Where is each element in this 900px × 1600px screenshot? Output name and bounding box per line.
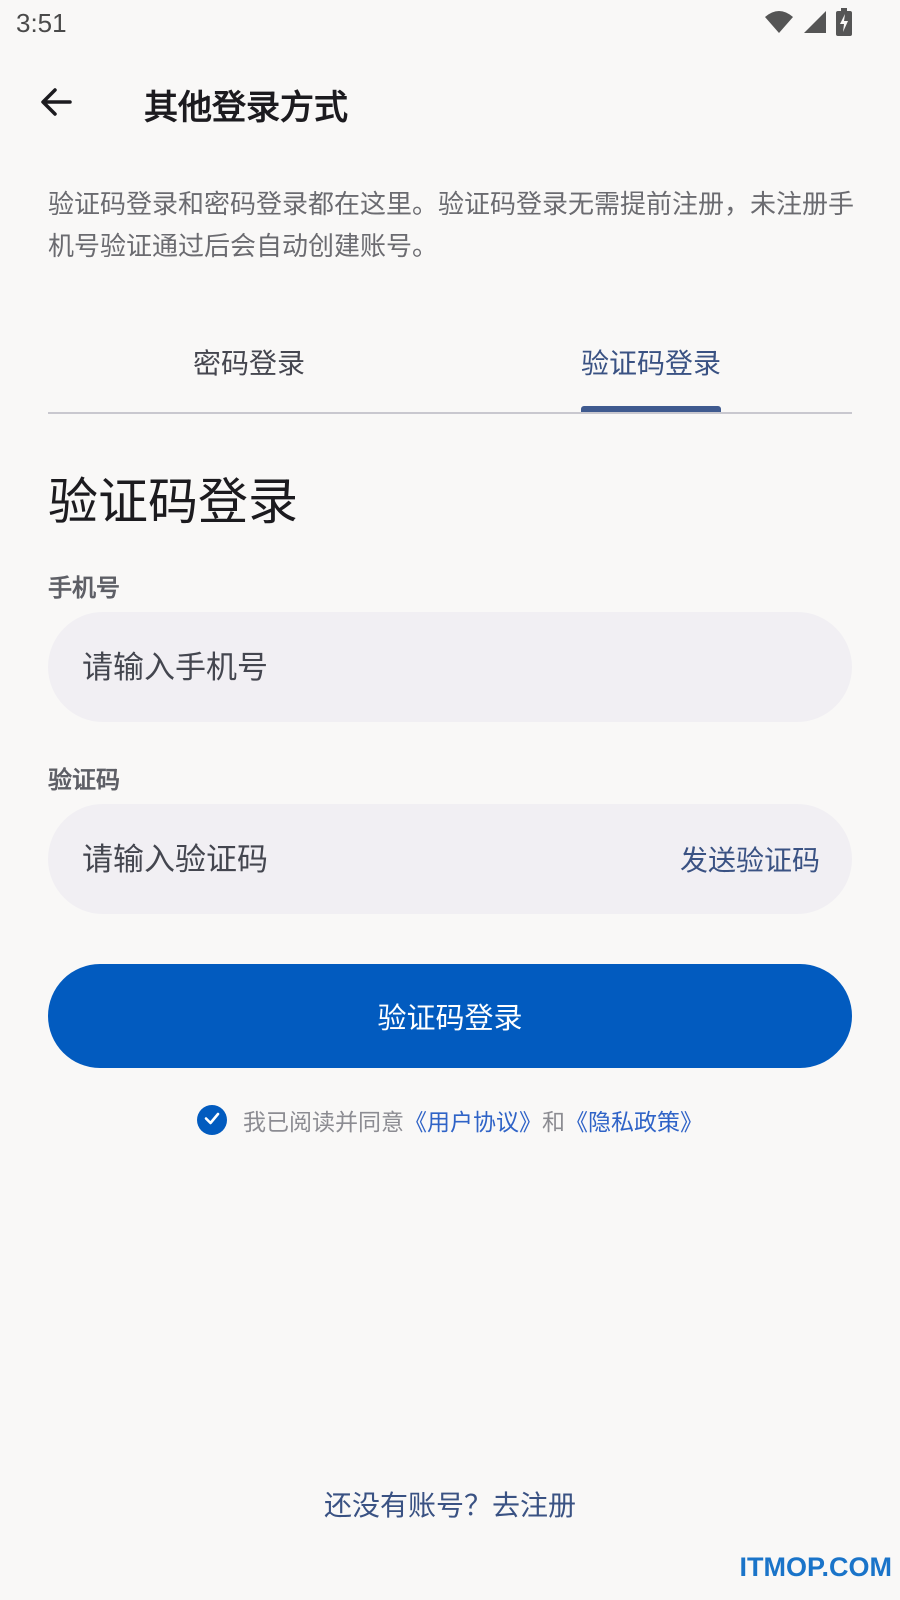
agreement-prefix: 我已阅读并同意 (243, 1110, 404, 1136)
app-bar: 其他登录方式 (0, 60, 900, 148)
tab-active-indicator (581, 406, 721, 412)
status-icons (764, 8, 852, 40)
cellular-signal-icon (802, 9, 828, 39)
form-title: 验证码登录 (48, 473, 298, 531)
code-label: 验证码 (48, 766, 120, 794)
login-tabs: 密码登录 验证码登录 (48, 320, 852, 414)
phone-input-container (48, 612, 852, 724)
status-time: 3:51 (16, 8, 67, 38)
user-agreement-link[interactable]: 《用户协议》 (404, 1103, 542, 1137)
phone-label: 手机号 (48, 574, 120, 602)
agreement-row: 我已阅读并同意 《用户协议》 和 《隐私政策》 (0, 1100, 900, 1140)
wifi-icon (764, 9, 794, 39)
code-login-button[interactable]: 验证码登录 (48, 964, 852, 1068)
code-input[interactable] (80, 804, 644, 916)
send-code-button[interactable]: 发送验证码 (680, 804, 820, 914)
phone-input[interactable] (80, 612, 644, 724)
description-text: 验证码登录和密码登录都在这里。验证码登录无需提前注册，未注册手机号验证通过后会自… (48, 190, 855, 262)
agreement-conjunction: 和 (542, 1110, 565, 1136)
register-link[interactable]: 还没有账号？去注册 (0, 1484, 900, 1524)
tab-password-login[interactable]: 密码登录 (48, 320, 450, 410)
back-button[interactable] (30, 78, 82, 130)
status-bar: 3:51 (0, 0, 900, 50)
agreement-checkbox[interactable] (197, 1105, 227, 1135)
check-icon (203, 1107, 221, 1133)
page-title: 其他登录方式 (144, 88, 348, 128)
watermark: ITMOP.COM (739, 1552, 892, 1582)
code-input-container: 发送验证码 (48, 804, 852, 916)
battery-charging-icon (836, 8, 852, 40)
privacy-policy-link[interactable]: 《隐私政策》 (565, 1103, 703, 1137)
arrow-left-icon (39, 85, 73, 123)
tab-code-login[interactable]: 验证码登录 (450, 320, 852, 410)
